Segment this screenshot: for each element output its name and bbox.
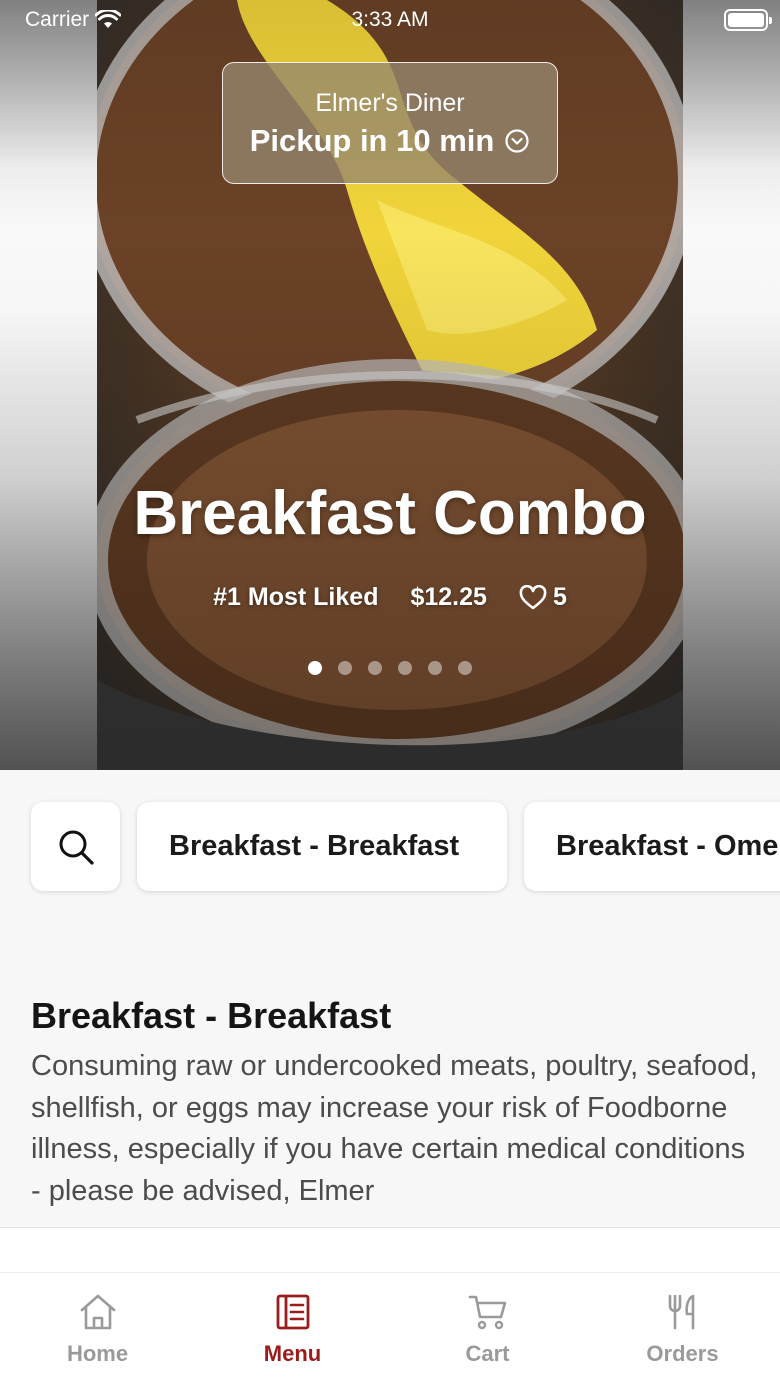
carousel-dot[interactable] [308, 661, 322, 675]
search-button[interactable] [31, 802, 120, 891]
tab-home-label: Home [66, 1341, 129, 1366]
chevron-down-circle-icon [505, 129, 529, 153]
tab-bar: Home Menu Cart Orders [0, 1272, 780, 1387]
tab-orders[interactable]: Orders [585, 1273, 780, 1387]
carousel-dot[interactable] [398, 661, 412, 675]
category-tab-breakfast-breakfast[interactable]: Breakfast - Breakfast [137, 802, 507, 891]
tab-cart-label: Cart [465, 1341, 510, 1366]
featured-item-title: Breakfast Combo [133, 479, 647, 548]
carousel-dot[interactable] [458, 661, 472, 675]
menu-list [0, 1228, 780, 1272]
pickup-selector[interactable]: Elmer's Diner Pickup in 10 min [222, 62, 558, 184]
tab-menu-label: Menu [263, 1341, 322, 1366]
featured-carousel[interactable]: Carrier 3:33 AM Elmer's Diner Pickup in … [0, 0, 780, 770]
tab-menu[interactable]: Menu [195, 1273, 390, 1387]
tab-orders-label: Orders [646, 1341, 719, 1366]
featured-price: $12.25 [410, 583, 487, 611]
tab-cart[interactable]: Cart [390, 1273, 585, 1387]
carousel-dot[interactable] [368, 661, 382, 675]
featured-item-meta: #1 Most Liked $12.25 5 [0, 583, 780, 612]
section-description: Consuming raw or undercooked meats, poul… [31, 1050, 758, 1207]
search-icon [59, 830, 94, 865]
cart-icon [468, 1295, 506, 1330]
pickup-time-label: Pickup in 10 min [249, 123, 495, 158]
fork-knife-icon [668, 1294, 694, 1330]
menu-icon [276, 1294, 309, 1330]
section-title: Breakfast - Breakfast [31, 995, 392, 1036]
featured-likes[interactable]: 5 [519, 583, 567, 612]
category-tab-breakfast-omelets[interactable]: Breakfast - Ome [524, 802, 780, 891]
carousel-page-indicator[interactable] [0, 661, 780, 675]
store-name: Elmer's Diner [315, 89, 465, 117]
featured-rank: #1 Most Liked [213, 583, 379, 611]
carousel-dot[interactable] [338, 661, 352, 675]
status-bar: Carrier 3:33 AM [0, 0, 780, 40]
likes-count: 5 [552, 583, 567, 611]
clock: 3:33 AM [351, 8, 429, 31]
heart-icon [519, 584, 547, 609]
battery-icon [724, 9, 772, 31]
tab-home[interactable]: Home [0, 1273, 195, 1387]
home-icon [80, 1294, 115, 1330]
carousel-dot[interactable] [428, 661, 442, 675]
category-bar: Breakfast - Breakfast Breakfast - Ome [0, 770, 780, 920]
